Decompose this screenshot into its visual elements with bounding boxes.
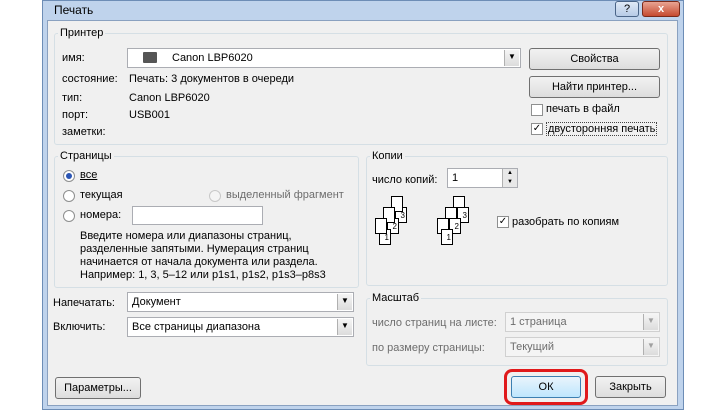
- properties-button[interactable]: Свойства: [529, 48, 660, 70]
- print-what-select[interactable]: Документ ▼: [127, 292, 354, 312]
- pages-numbers-label: номера:: [80, 209, 122, 221]
- print-to-file-label: печать в файл: [546, 103, 620, 115]
- spin-down-icon[interactable]: ▼: [502, 178, 517, 187]
- duplex-checkbox[interactable]: ✓: [531, 123, 543, 135]
- printer-type-label: тип:: [62, 92, 83, 104]
- ok-button[interactable]: ОК: [511, 376, 581, 398]
- printer-port-label: порт:: [62, 109, 89, 121]
- window-title: Печать: [54, 3, 94, 17]
- printer-name-select[interactable]: Canon LBP6020 ▼: [127, 48, 521, 68]
- printer-type-value: Canon LBP6020: [129, 92, 210, 104]
- printer-notes-label: заметки:: [62, 126, 106, 138]
- copies-count-value: 1: [452, 172, 459, 184]
- print-what-label: Напечатать:: [53, 297, 115, 309]
- pages-current-label: текущая: [80, 189, 123, 201]
- pages-selection-radio[interactable]: [209, 190, 221, 202]
- scale-to-paper-value: Текущий: [510, 341, 554, 353]
- copies-group-label: Копии: [370, 150, 405, 162]
- pages-per-sheet-select[interactable]: 1 страница ▼: [505, 312, 660, 332]
- chevron-down-icon: ▼: [643, 314, 658, 330]
- page-numbers-input[interactable]: [132, 206, 263, 225]
- zoom-group-label: Масштаб: [370, 292, 422, 304]
- pages-hint-line4: Например: 1, 3, 5–12 или p1s1, p1s2, p1s…: [80, 269, 326, 281]
- chevron-down-icon: ▼: [504, 50, 519, 66]
- close-button[interactable]: Закрыть: [595, 376, 666, 398]
- collate-checkbox[interactable]: ✓: [497, 216, 509, 228]
- printer-group-label: Принтер: [58, 27, 106, 39]
- close-window-button[interactable]: x: [642, 1, 680, 17]
- pages-group-label: Страницы: [58, 150, 114, 162]
- pages-all-radio[interactable]: [63, 170, 75, 182]
- pages-per-sheet-label: число страниц на листе:: [372, 317, 497, 329]
- collate-label: разобрать по копиям: [512, 216, 620, 228]
- help-button[interactable]: ?: [615, 1, 639, 17]
- pages-hint-line2: разделенные запятыми. Нумерация страниц: [80, 243, 309, 255]
- include-value: Все страницы диапазона: [132, 321, 261, 333]
- print-what-value: Документ: [132, 296, 181, 308]
- pages-hint-line1: Введите номера или диапазоны страниц,: [80, 230, 292, 242]
- find-printer-button[interactable]: Найти принтер...: [529, 76, 660, 98]
- pages-current-radio[interactable]: [63, 190, 75, 202]
- print-to-file-checkbox[interactable]: [531, 104, 543, 116]
- pages-numbers-radio[interactable]: [63, 210, 75, 222]
- pages-per-sheet-value: 1 страница: [510, 316, 567, 328]
- printer-name-label: имя:: [62, 52, 85, 64]
- copies-count-label: число копий:: [372, 174, 438, 186]
- scale-to-paper-label: по размеру страницы:: [372, 342, 485, 354]
- scale-to-paper-select[interactable]: Текущий ▼: [505, 337, 660, 357]
- printer-status-value: Печать: 3 документов в очереди: [129, 73, 295, 85]
- collate-page-icon: [375, 218, 387, 234]
- pages-selection-label: выделенный фрагмент: [226, 189, 344, 201]
- printer-status-label: состояние:: [62, 73, 118, 85]
- options-button[interactable]: Параметры...: [55, 377, 141, 399]
- pages-all-label: все: [80, 169, 98, 181]
- pages-hint-line3: начинается от начала документа или разде…: [80, 256, 318, 268]
- chevron-down-icon: ▼: [337, 294, 352, 310]
- printer-icon: [143, 52, 157, 63]
- spin-up-icon[interactable]: ▲: [502, 169, 517, 178]
- printer-name-value: Canon LBP6020: [172, 52, 253, 64]
- copies-count-input[interactable]: 1 ▲ ▼: [447, 168, 518, 188]
- chevron-down-icon: ▼: [643, 339, 658, 355]
- printer-port-value: USB001: [129, 109, 170, 121]
- duplex-label: двусторонняя печать: [546, 122, 658, 136]
- include-label: Включить:: [53, 321, 106, 333]
- chevron-down-icon: ▼: [337, 319, 352, 335]
- collate-page-icon: 1: [441, 229, 453, 245]
- include-select[interactable]: Все страницы диапазона ▼: [127, 317, 354, 337]
